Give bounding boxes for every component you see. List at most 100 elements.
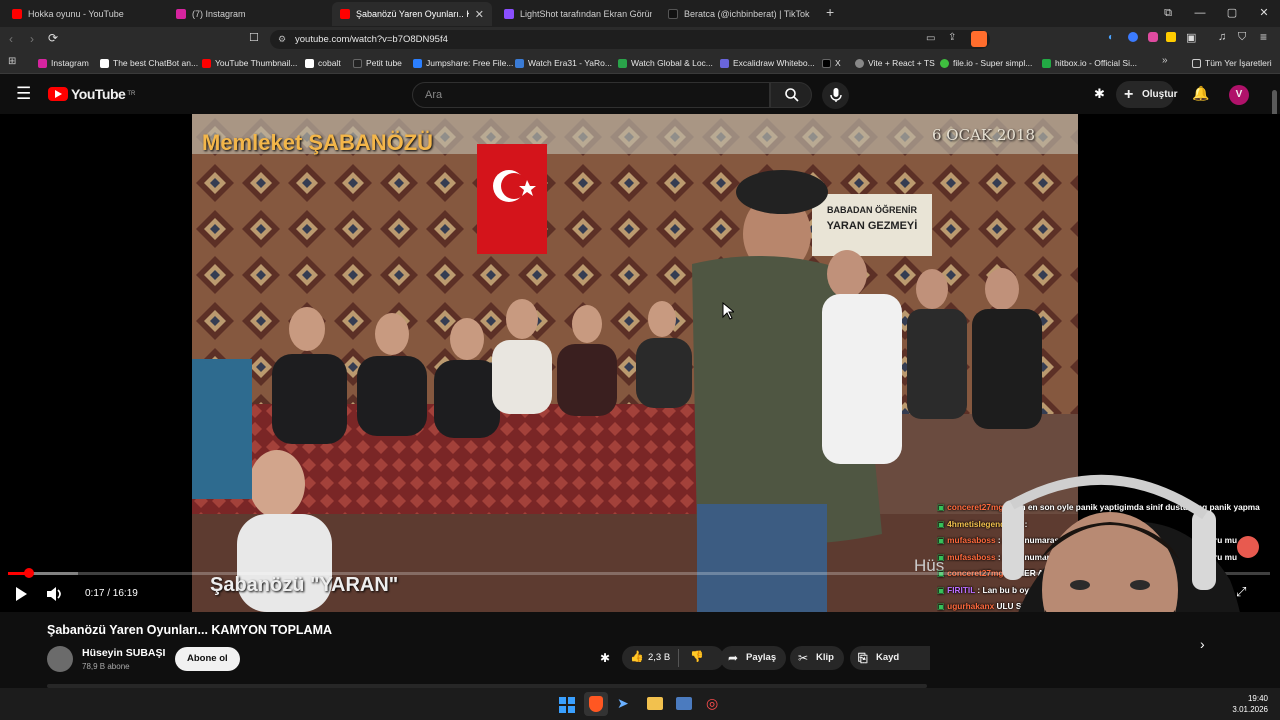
- share-icon[interactable]: ⇪: [948, 32, 956, 43]
- play-icon[interactable]: [14, 586, 28, 602]
- bookmark-favicon-icon: [353, 58, 362, 68]
- share-button[interactable]: ➦ Paylaş: [720, 646, 787, 670]
- bookmark-label: Watch Era31 - YaRo...: [528, 58, 612, 68]
- windows-taskbar: ➤ ◎ 19:40 3.01.2026: [0, 688, 1280, 720]
- tab-title: Beratca (@ichbinberat) | TikTok: [684, 9, 810, 19]
- brave-taskbar-button[interactable]: [584, 692, 608, 716]
- bookmark-item[interactable]: X: [822, 56, 841, 70]
- app-icon[interactable]: ◎: [706, 695, 718, 712]
- dislike-button-icon[interactable]: 👎: [690, 650, 704, 663]
- hamburger-menu-icon[interactable]: ☰: [16, 84, 31, 104]
- new-tab-button[interactable]: +: [826, 4, 834, 20]
- bookmark-item[interactable]: Instagram: [38, 56, 89, 70]
- bookmark-item[interactable]: Petit tube: [353, 56, 402, 70]
- forward-icon[interactable]: ›: [30, 32, 34, 46]
- search-input[interactable]: Ara: [412, 82, 770, 108]
- clock-time: 19:40: [1247, 694, 1268, 703]
- volume-icon[interactable]: [46, 586, 64, 602]
- more-bookmarks-icon[interactable]: »: [1162, 55, 1168, 66]
- bookmark-page-icon[interactable]: ☐: [249, 31, 259, 44]
- system-clock[interactable]: 19:40 3.01.2026: [1226, 693, 1268, 715]
- maximize-button[interactable]: ▢: [1216, 0, 1248, 27]
- bookmark-favicon-icon: [515, 58, 524, 68]
- bookmark-item[interactable]: YouTube Thumbnail...: [202, 56, 297, 70]
- apps-grid-icon[interactable]: ⊞: [8, 56, 16, 67]
- youtube-logo[interactable]: YouTube TR: [48, 86, 135, 102]
- ai-ask-icon[interactable]: ✱: [600, 651, 610, 665]
- browser-tab[interactable]: LightShot tarafından Ekran Görüntüs: [496, 2, 660, 26]
- steam-icon[interactable]: ➤: [617, 695, 629, 712]
- bookmark-label: cobalt: [318, 58, 341, 68]
- notifications-bell-icon[interactable]: 🔔: [1192, 85, 1209, 102]
- vpn-shield-icon[interactable]: ⛉: [1238, 31, 1246, 44]
- bookmark-favicon-icon: [720, 58, 729, 68]
- channel-avatar[interactable]: [47, 646, 73, 672]
- bookmark-favicon-icon: [618, 58, 627, 68]
- bookmark-favicon-icon: [940, 58, 949, 68]
- bookmark-favicon-icon: [822, 58, 831, 68]
- browser-tab-active[interactable]: Şabanözü Yaren Oyunları.. KA ✕: [332, 2, 492, 26]
- microphone-icon: [830, 88, 842, 102]
- channel-name[interactable]: Hüseyin SUBAŞI: [82, 647, 165, 659]
- windows-start-icon[interactable]: [559, 697, 575, 713]
- all-bookmarks-folder[interactable]: Tüm Yer İşaretleri: [1192, 56, 1272, 70]
- file-explorer-icon[interactable]: [647, 697, 663, 710]
- browser-tab[interactable]: (7) Instagram: [168, 2, 332, 26]
- sidebar-icon[interactable]: ▣: [1186, 31, 1196, 44]
- plus-icon: +: [1124, 86, 1134, 103]
- bookmark-item[interactable]: The best ChatBot an...: [100, 56, 198, 70]
- close-tab-icon[interactable]: ✕: [469, 8, 484, 21]
- extensions-puzzle-icon[interactable]: ⧉: [1152, 0, 1184, 27]
- divider: [678, 649, 679, 667]
- bookmark-item[interactable]: file.io - Super simpl...: [940, 56, 1032, 70]
- bookmark-label: Jumpshare: Free File...: [426, 58, 514, 68]
- extension-icon[interactable]: ◐: [1108, 32, 1114, 43]
- cast-icon[interactable]: ▭: [926, 33, 935, 44]
- bookmark-item[interactable]: Excalidraw Whitebo...: [720, 56, 815, 70]
- reload-icon[interactable]: ⟳: [48, 31, 58, 45]
- bookmark-label: hitbox.io - Official Si...: [1055, 58, 1138, 68]
- ai-sparkle-icon[interactable]: ✱: [1094, 86, 1105, 102]
- bookmark-item[interactable]: Jumpshare: Free File...: [413, 56, 513, 70]
- bookmark-favicon-icon: [413, 58, 422, 68]
- create-button[interactable]: + Oluştur: [1116, 81, 1178, 108]
- bookmark-item[interactable]: Vite + React + TS: [855, 56, 935, 70]
- avatar[interactable]: V: [1229, 85, 1249, 105]
- tab-title: LightShot tarafından Ekran Görüntüs: [520, 9, 652, 19]
- minimize-button[interactable]: —: [1184, 0, 1216, 27]
- search-button[interactable]: [770, 82, 812, 108]
- browser-tab[interactable]: Beratca (@ichbinberat) | TikTok: [660, 2, 824, 26]
- instagram-favicon-icon: [176, 9, 186, 19]
- banner-line-1: BABADAN ÖĞRENİR: [827, 205, 917, 215]
- browser-tab[interactable]: Hokka oyunu - YouTube: [4, 2, 168, 26]
- bookmark-item[interactable]: cobalt: [305, 56, 341, 70]
- bookmark-item[interactable]: Watch Era31 - YaRo...: [515, 56, 612, 70]
- clip-label: Klip: [816, 652, 834, 663]
- music-icon[interactable]: ♫: [1218, 31, 1226, 43]
- scissors-icon: ✂: [798, 651, 809, 665]
- extension-icon[interactable]: [1128, 32, 1138, 42]
- menu-icon[interactable]: ≡: [1260, 30, 1267, 44]
- extension-icon[interactable]: [1166, 32, 1176, 42]
- app-icon[interactable]: [676, 697, 692, 710]
- save-button[interactable]: ⎘ Kayd: [850, 646, 930, 670]
- tab-title: (7) Instagram: [192, 9, 246, 19]
- site-settings-icon[interactable]: ⚙: [278, 30, 286, 49]
- like-count[interactable]: 2,3 B: [648, 652, 670, 663]
- voice-search-button[interactable]: [822, 82, 849, 109]
- bookmark-item[interactable]: hitbox.io - Official Si...: [1042, 56, 1137, 70]
- chevron-right-icon[interactable]: ›: [1200, 636, 1205, 652]
- extension-icon[interactable]: [1148, 32, 1158, 42]
- window-controls: ⧉ — ▢ ✕: [1152, 0, 1280, 27]
- scrubber-handle[interactable]: [24, 568, 35, 578]
- brave-shield-icon[interactable]: [971, 31, 987, 47]
- create-label: Oluştur: [1142, 89, 1178, 100]
- url-field[interactable]: ⚙ youtube.com/watch?v=b7O8DN95f4: [270, 30, 990, 49]
- clip-button[interactable]: ✂ Klip: [790, 646, 844, 670]
- close-window-button[interactable]: ✕: [1248, 0, 1280, 27]
- back-icon[interactable]: ‹: [9, 32, 13, 46]
- subscribe-button[interactable]: Abone ol: [175, 647, 240, 671]
- like-button-icon[interactable]: 👍: [630, 650, 644, 663]
- share-arrow-icon: ➦: [728, 651, 739, 665]
- bookmark-item[interactable]: Watch Global & Loc...: [618, 56, 713, 70]
